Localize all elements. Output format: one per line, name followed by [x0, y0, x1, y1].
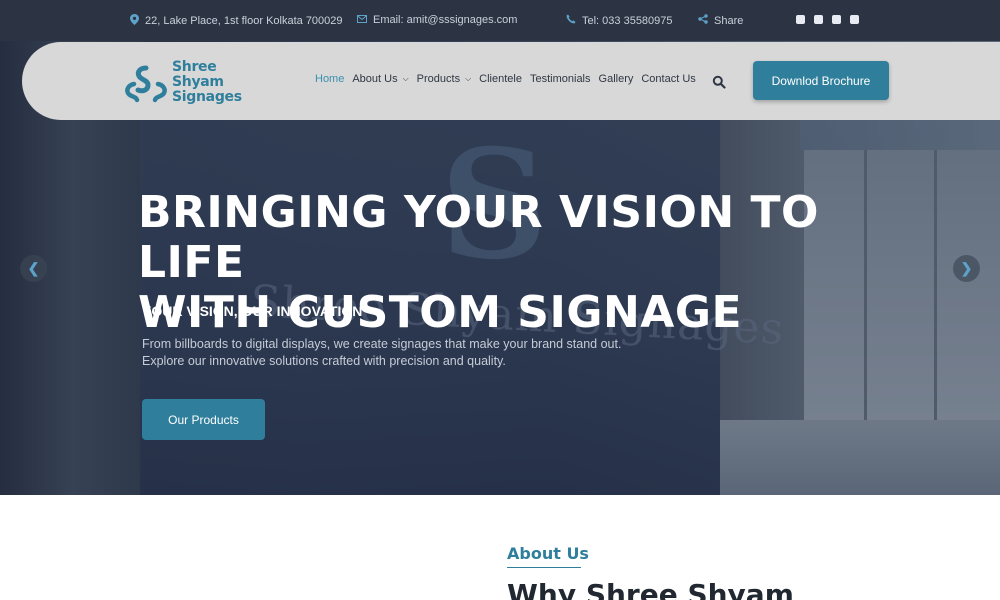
address-info: 22, Lake Place, 1st floor Kolkata 700029 — [129, 14, 343, 28]
share-label: Share — [714, 14, 744, 27]
chevron-down-icon: ⌵ — [402, 74, 409, 83]
envelope-icon — [357, 14, 367, 26]
about-label-underline — [507, 567, 581, 568]
youtube-icon[interactable] — [850, 15, 859, 24]
nav-item-contact-us[interactable]: Contact Us — [641, 73, 695, 85]
logo-line-3: Signages — [172, 89, 242, 105]
top-info-bar: 22, Lake Place, 1st floor Kolkata 700029… — [0, 0, 1000, 41]
slider-prev-arrow-icon[interactable]: ❮ — [20, 255, 47, 282]
nav-item-about-us[interactable]: About Us ⌵ — [352, 73, 408, 85]
logo-line-1: Shree — [172, 59, 217, 75]
hero-description-line-1: From billboards to digital displays, we … — [142, 337, 622, 351]
hero-description: From billboards to digital displays, we … — [142, 336, 702, 370]
about-section-title: Why Shree Shyam — [507, 578, 794, 600]
email-text[interactable]: Email: amit@sssignages.com — [373, 14, 517, 26]
logo-mark-icon — [125, 65, 167, 103]
nav-item-clientele[interactable]: Clientele — [479, 73, 522, 85]
linkedin-icon[interactable] — [832, 15, 841, 24]
about-section-label: About Us — [507, 544, 589, 563]
search-icon[interactable] — [712, 75, 726, 89]
location-pin-icon — [129, 14, 139, 28]
nav-item-products[interactable]: Products ⌵ — [417, 73, 472, 85]
site-logo[interactable]: Shree Shyam Signages — [125, 60, 242, 110]
chevron-down-icon: ⌵ — [465, 74, 472, 83]
share-button[interactable]: Share — [698, 14, 743, 27]
share-icon — [698, 14, 708, 27]
address-text: 22, Lake Place, 1st floor Kolkata 700029 — [145, 15, 343, 27]
email-info[interactable]: Email: amit@sssignages.com — [357, 14, 517, 26]
our-products-button[interactable]: Our Products — [142, 399, 265, 440]
phone-text[interactable]: Tel: 033 35580975 — [582, 15, 673, 27]
hero-subheading: YOUR VISION, OUR INNOVATION — [142, 303, 363, 319]
hero-headline-line-1: BRINGING YOUR VISION TO LIFE — [138, 187, 819, 288]
slider-next-arrow-icon[interactable]: ❯ — [953, 255, 980, 282]
phone-icon — [566, 14, 576, 27]
nav-item-home[interactable]: Home — [315, 73, 344, 85]
main-menu: Home About Us ⌵ Products ⌵ Clientele Testi… — [315, 73, 704, 85]
hero-description-line-2: Explore our innovative solutions crafted… — [142, 354, 506, 368]
instagram-icon[interactable] — [814, 15, 823, 24]
nav-item-testimonials[interactable]: Testimonials — [530, 73, 591, 85]
logo-text: Shree Shyam Signages — [172, 60, 242, 105]
phone-info[interactable]: Tel: 033 35580975 — [566, 14, 673, 27]
facebook-icon[interactable] — [796, 15, 805, 24]
logo-line-2: Shyam — [172, 74, 224, 90]
download-brochure-button[interactable]: Downlod Brochure — [753, 61, 889, 100]
nav-item-gallery[interactable]: Gallery — [599, 73, 634, 85]
